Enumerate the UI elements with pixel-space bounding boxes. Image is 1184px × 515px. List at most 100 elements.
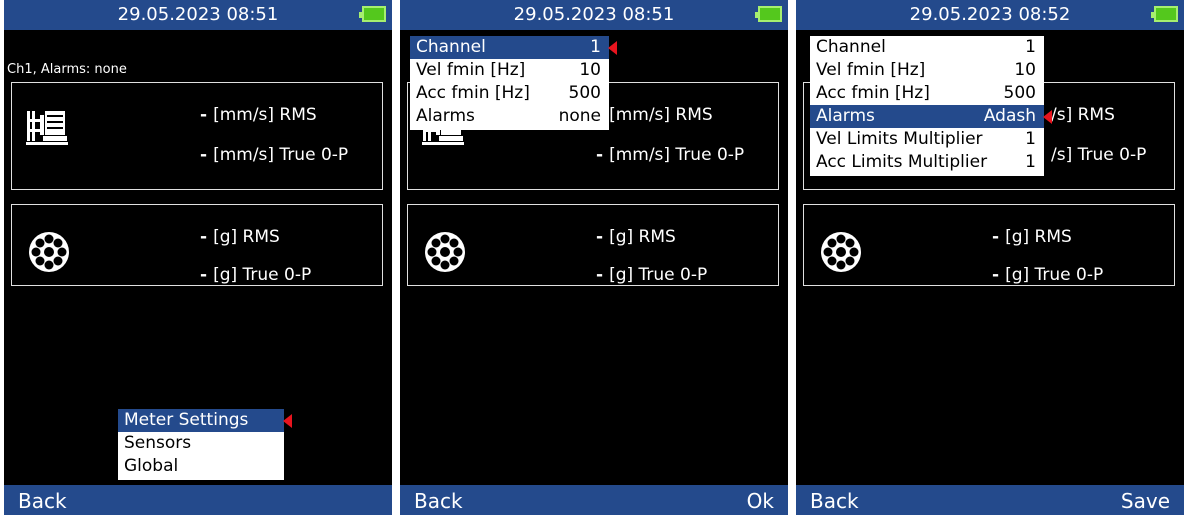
menu-item-sensors[interactable]: Sensors — [118, 432, 284, 455]
setting-label: Channel — [816, 37, 886, 57]
save-button[interactable]: Save — [1121, 485, 1170, 515]
setting-label: Acc fmin [Hz] — [416, 83, 530, 103]
menu-item-global[interactable]: Global — [118, 455, 284, 478]
value-placeholder: - — [596, 227, 604, 247]
setting-label: Vel fmin [Hz] — [816, 60, 926, 80]
acceleration-rms: - [g] RMS — [596, 227, 676, 247]
acceleration-rms-label: [g] RMS — [1005, 227, 1072, 247]
value-placeholder: - — [992, 227, 1000, 247]
acceleration-panel[interactable]: - [g] RMS - [g] True 0-P — [803, 204, 1175, 286]
value-placeholder: - — [596, 265, 604, 285]
device-screen-2: 29.05.2023 08:51 -[mm/s] RMS -[mm/s] Tru… — [400, 0, 788, 515]
battery-icon — [359, 6, 386, 22]
softkey-bar: Back — [4, 485, 392, 515]
velocity-rms: /s] RMS — [1051, 105, 1115, 125]
velocity-peak: - [mm/s] True 0-P — [200, 145, 348, 165]
menu-pointer-icon — [283, 414, 292, 428]
meter-settings-menu: Channel 1 Vel fmin [Hz] 10 Acc fmin [Hz] 50… — [810, 36, 1052, 176]
setting-vel-fmin[interactable]: Vel fmin [Hz] 10 — [810, 59, 1044, 82]
acceleration-peak: - [g] True 0-P — [596, 265, 707, 285]
setting-value: none — [558, 106, 601, 126]
softkey-bar: Back Save — [796, 485, 1184, 515]
setting-acc-limits-multiplier[interactable]: Acc Limits Multiplier 1 — [810, 151, 1044, 174]
acceleration-rms: - [g] RMS — [992, 227, 1072, 247]
setting-label: Acc Limits Multiplier — [816, 152, 988, 172]
bearing-icon — [821, 232, 861, 272]
status-bar: 29.05.2023 08:51 — [4, 0, 392, 30]
velocity-panel[interactable]: -[mm/s] RMS -[mm/s] True 0-P — [11, 82, 383, 190]
acceleration-peak-label: [g] True 0-P — [1005, 265, 1104, 285]
main-menu: Meter Settings Sensors Global — [118, 409, 292, 480]
setting-label: Channel — [416, 37, 486, 57]
setting-value: 1 — [590, 37, 601, 57]
menu-item-label: Meter Settings — [124, 410, 249, 430]
acceleration-peak: - [g] True 0-P — [992, 265, 1103, 285]
setting-label: Acc fmin [Hz] — [816, 83, 930, 103]
ok-button[interactable]: Ok — [747, 485, 774, 515]
setting-alarms[interactable]: Alarms none — [410, 105, 609, 128]
menu-item-label: Global — [124, 456, 179, 476]
velocity-rms-label: /s] RMS — [1051, 105, 1115, 125]
channel-info: Ch1, Alarms: none — [7, 62, 127, 77]
velocity-rms-label: [mm/s] RMS — [213, 105, 317, 125]
acceleration-panel[interactable]: - [g] RMS - [g] True 0-P — [11, 204, 383, 286]
setting-value: 1 — [1025, 37, 1036, 57]
menu-pointer-icon — [608, 41, 617, 55]
setting-acc-fmin[interactable]: Acc fmin [Hz] 500 — [410, 82, 609, 105]
menu-item-meter-settings[interactable]: Meter Settings — [118, 409, 292, 432]
softkey-bar: Back Ok — [400, 485, 788, 515]
velocity-rms: -[mm/s] RMS — [200, 105, 317, 125]
setting-value: 500 — [568, 83, 601, 103]
setting-label: Alarms — [416, 106, 475, 126]
setting-value: 500 — [1003, 83, 1036, 103]
setting-value: 10 — [1014, 60, 1036, 80]
setting-value: Adash — [983, 106, 1036, 126]
datetime: 29.05.2023 08:52 — [909, 4, 1071, 25]
acceleration-rms-label: [g] RMS — [609, 227, 676, 247]
value-placeholder: - — [200, 265, 208, 285]
back-button[interactable]: Back — [18, 485, 67, 515]
acceleration-panel[interactable]: - [g] RMS - [g] True 0-P — [407, 204, 779, 286]
setting-vel-limits-multiplier[interactable]: Vel Limits Multiplier 1 — [810, 128, 1044, 151]
bearing-icon — [425, 232, 465, 272]
setting-label: Vel fmin [Hz] — [416, 60, 526, 80]
acceleration-peak: - [g] True 0-P — [200, 265, 311, 285]
datetime: 29.05.2023 08:51 — [117, 4, 279, 25]
machine-icon — [26, 111, 68, 145]
battery-icon — [1151, 6, 1178, 22]
value-placeholder: - — [200, 145, 208, 165]
velocity-rms: -[mm/s] RMS — [596, 105, 713, 125]
meter-settings-menu: Channel 1 Vel fmin [Hz] 10 Acc fmin [Hz] 50… — [410, 36, 617, 130]
bearing-icon — [29, 232, 69, 272]
value-placeholder: - — [200, 105, 208, 125]
setting-value: 1 — [1025, 129, 1036, 149]
device-screen-3: 29.05.2023 08:52 /s] RMS /s] True 0-P -[… — [796, 0, 1184, 515]
setting-label: Alarms — [816, 106, 875, 126]
acceleration-peak-label: [g] True 0-P — [213, 265, 312, 285]
datetime: 29.05.2023 08:51 — [513, 4, 675, 25]
back-button[interactable]: Back — [810, 485, 859, 515]
velocity-rms-label: [mm/s] RMS — [609, 105, 713, 125]
setting-alarms[interactable]: Alarms Adash — [810, 105, 1052, 128]
acceleration-peak-label: [g] True 0-P — [609, 265, 708, 285]
setting-value: 10 — [579, 60, 601, 80]
velocity-peak: /s] True 0-P — [1051, 145, 1146, 165]
acceleration-rms-label: [g] RMS — [213, 227, 280, 247]
setting-acc-fmin[interactable]: Acc fmin [Hz] 500 — [810, 82, 1044, 105]
setting-channel[interactable]: Channel 1 — [810, 36, 1044, 59]
velocity-peak-label: [mm/s] True 0-P — [609, 145, 745, 165]
acceleration-rms: - [g] RMS — [200, 227, 280, 247]
menu-pointer-icon — [1043, 110, 1052, 124]
velocity-peak-label: /s] True 0-P — [1051, 145, 1147, 165]
menu-item-label: Sensors — [124, 433, 192, 453]
setting-label: Vel Limits Multiplier — [816, 129, 983, 149]
back-button[interactable]: Back — [414, 485, 463, 515]
velocity-peak-label: [mm/s] True 0-P — [213, 145, 349, 165]
device-screen-1: 29.05.2023 08:51 Ch1, Alarms: none - [mm/… — [4, 0, 392, 515]
battery-icon — [755, 6, 782, 22]
value-placeholder: - — [200, 227, 208, 247]
setting-channel[interactable]: Channel 1 — [410, 36, 617, 59]
value-placeholder: - — [596, 145, 604, 165]
velocity-peak: - [mm/s] True 0-P — [596, 145, 744, 165]
setting-vel-fmin[interactable]: Vel fmin [Hz] 10 — [410, 59, 609, 82]
